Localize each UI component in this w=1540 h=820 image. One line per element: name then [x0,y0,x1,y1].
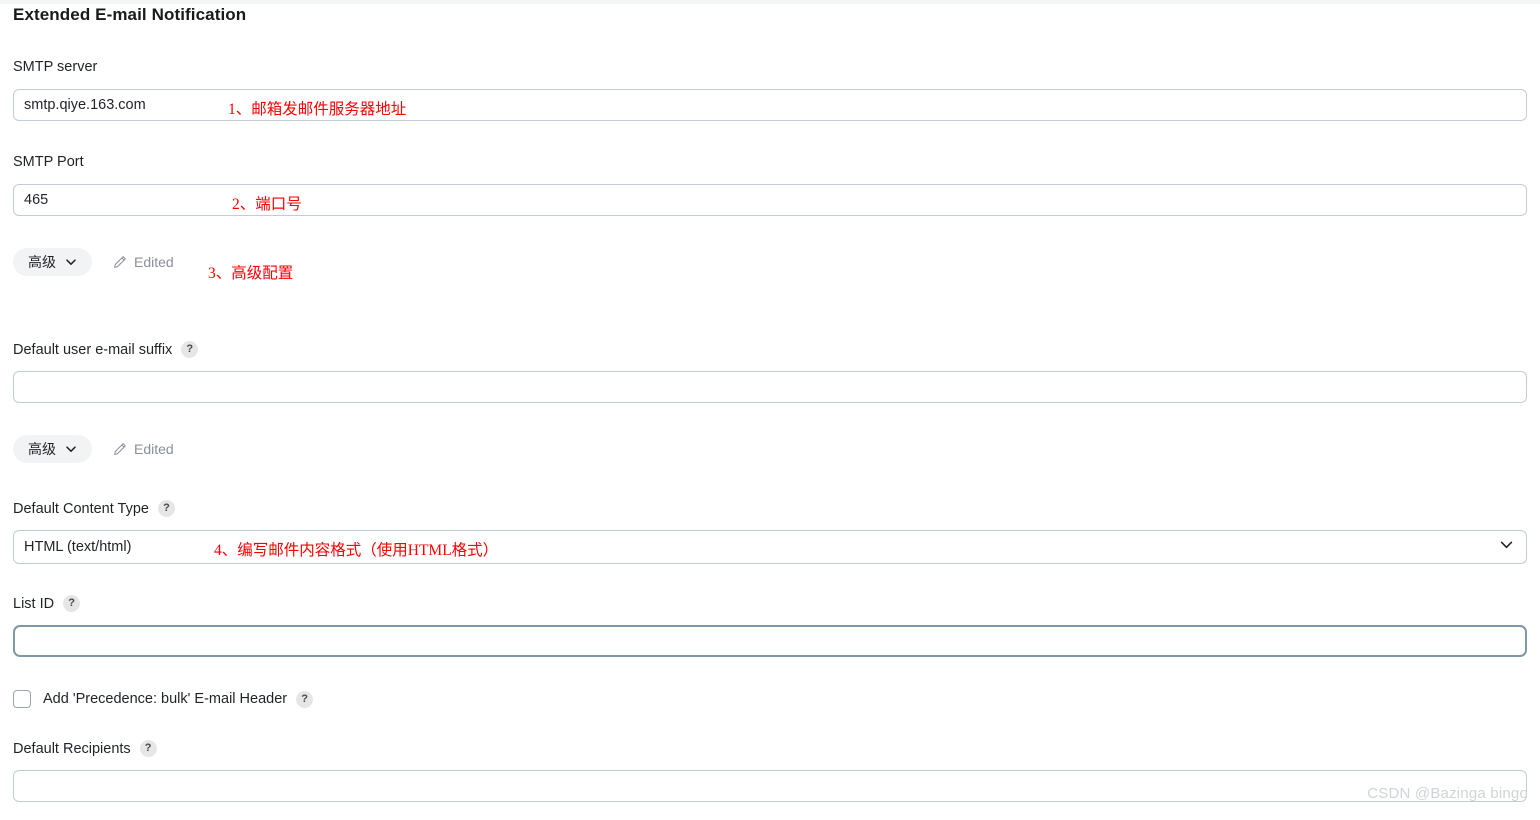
help-icon-list-id[interactable]: ? [63,595,81,612]
top-divider [0,0,1540,4]
help-icon-default-recipients[interactable]: ? [139,740,157,757]
page-title: Extended E-mail Notification [13,5,247,24]
pencil-icon [113,442,127,456]
default-recipients-label: Default Recipients ? [13,740,157,757]
default-user-email-suffix-label-text: Default user e-mail suffix [13,341,173,358]
default-user-email-suffix-input[interactable] [13,371,1527,403]
annotation-3: 3、高级配置 [208,265,294,282]
default-user-email-suffix-label: Default user e-mail suffix ? [13,341,199,358]
smtp-port-input[interactable] [13,184,1527,216]
advanced-toggle-label-2: 高级 [28,441,56,457]
settings-page: Extended E-mail Notification SMTP server… [0,0,1540,820]
default-content-type-select[interactable]: HTML (text/html) [13,530,1527,564]
pencil-icon [113,255,127,269]
smtp-server-label-text: SMTP server [13,59,98,75]
advanced-toggle-button-2[interactable]: 高级 [13,435,92,463]
smtp-server-input[interactable] [13,89,1527,121]
edited-tag-1[interactable]: Edited [113,254,174,270]
advanced-toggle-button-1[interactable]: 高级 [13,248,92,276]
smtp-port-label: SMTP Port [13,154,84,170]
list-id-label: List ID ? [13,595,81,612]
watermark: CSDN @Bazinga bingo [1367,785,1528,802]
default-content-type-label-text: Default Content Type [13,500,149,517]
help-icon-default-user-email-suffix[interactable]: ? [181,341,199,358]
default-content-type-label: Default Content Type ? [13,500,175,517]
advanced-toggle-label-1: 高级 [28,254,56,270]
help-icon-default-content-type[interactable]: ? [157,500,175,517]
precedence-bulk-label-text: Add 'Precedence: bulk' E-mail Header [43,691,288,707]
edited-tag-2[interactable]: Edited [113,441,174,457]
default-content-type-select-value[interactable]: HTML (text/html) [13,530,1527,564]
chevron-down-icon [65,443,77,455]
edited-label-2: Edited [134,441,174,457]
precedence-bulk-checkbox[interactable] [13,690,31,708]
help-icon-precedence-bulk[interactable]: ? [296,690,314,708]
default-recipients-input[interactable] [13,770,1527,802]
list-id-input[interactable] [13,625,1527,657]
default-recipients-label-text: Default Recipients [13,740,131,757]
precedence-bulk-row: Add 'Precedence: bulk' E-mail Header ? [13,690,314,708]
precedence-bulk-label: Add 'Precedence: bulk' E-mail Header ? [43,690,314,708]
advanced-row-2: 高级 Edited [13,435,174,463]
smtp-server-label: SMTP server [13,59,97,75]
smtp-port-label-text: SMTP Port [13,154,84,170]
edited-label-1: Edited [134,254,174,270]
list-id-label-text: List ID [13,595,55,612]
advanced-row-1: 高级 Edited [13,248,174,276]
chevron-down-icon [65,256,77,268]
